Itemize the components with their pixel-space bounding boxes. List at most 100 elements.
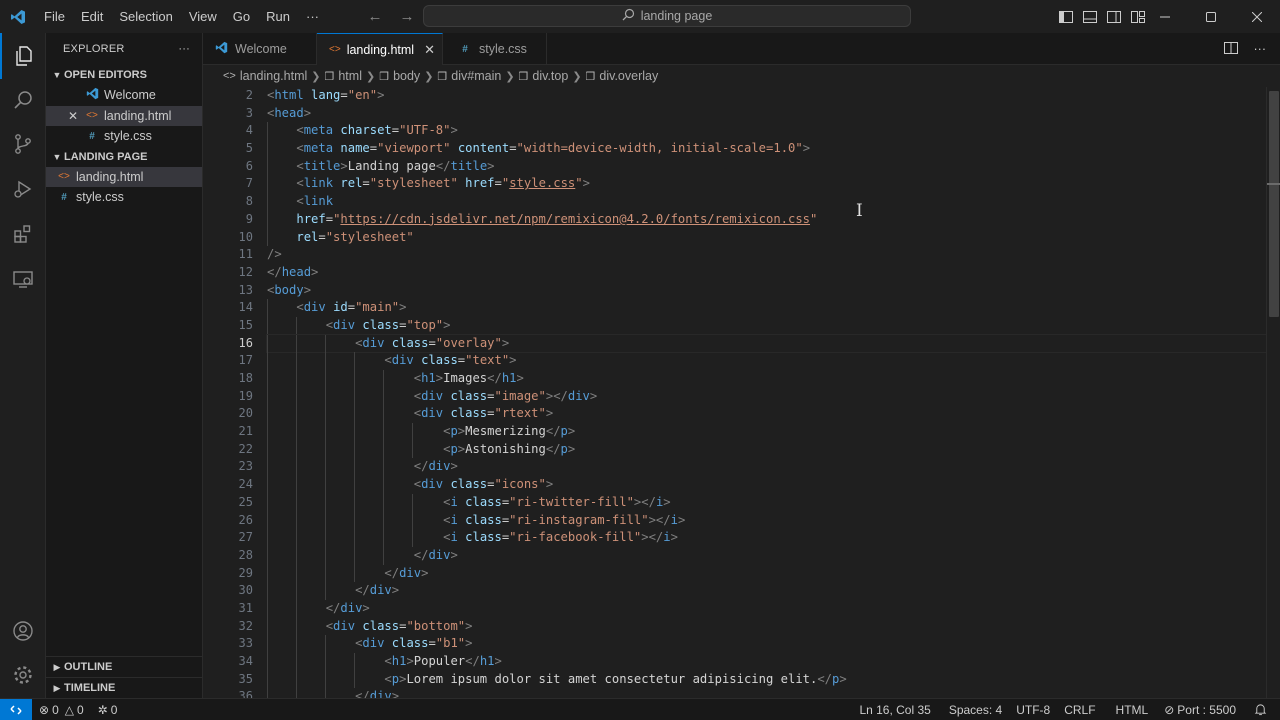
source-control-icon[interactable]: [0, 121, 46, 167]
folder-section[interactable]: ▼ LANDING PAGE: [46, 147, 202, 167]
menu-go[interactable]: Go: [225, 0, 258, 33]
menu-more[interactable]: ···: [298, 0, 327, 33]
close-editor-icon[interactable]: ✕: [68, 109, 78, 123]
explorer-icon[interactable]: [0, 33, 46, 79]
code-editor[interactable]: 2 3 4 5 6 7 8 9 10 11 12 13 14 15 16 17 18 19 20 21 22 23 24 25…: [203, 87, 1280, 698]
breadcrumb-label: html: [338, 69, 362, 83]
line-number: 33: [238, 636, 253, 651]
toggle-secondary-sidebar-icon[interactable]: [1106, 9, 1122, 25]
navigation-arrows: ← →: [364, 0, 418, 33]
line-number: 32: [238, 618, 253, 633]
command-center-search[interactable]: landing page: [423, 5, 911, 27]
scrollbar-thumb[interactable]: [1269, 91, 1279, 317]
code-line: <link rel="stylesheet" href="style.css">: [267, 175, 1266, 194]
line-number: 24: [238, 477, 253, 492]
line-number: 30: [238, 583, 253, 598]
toggle-primary-sidebar-icon[interactable]: [1058, 9, 1074, 25]
minimize-icon[interactable]: [1142, 0, 1188, 33]
close-tab-icon[interactable]: ✕: [424, 42, 435, 58]
code-line: />: [267, 247, 282, 262]
code-line: </div>: [267, 582, 1266, 600]
code-line: <div class="top">: [267, 316, 1266, 335]
breadcrumb-item[interactable]: ❒ div.top: [519, 69, 569, 83]
forward-arrow-icon[interactable]: →: [396, 8, 418, 25]
html-icon: <>: [329, 44, 341, 55]
line-number: 35: [238, 671, 253, 686]
open-editor-label: style.css: [104, 129, 152, 144]
breadcrumb-item[interactable]: ❒ div#main: [437, 69, 501, 83]
outline-title: OUTLINE: [64, 661, 113, 673]
maximize-icon[interactable]: [1188, 0, 1234, 33]
no-entry-icon: ⊘: [1164, 702, 1175, 717]
indentation[interactable]: Spaces: 4: [942, 703, 1009, 717]
tab-welcome[interactable]: Welcome: [203, 33, 317, 65]
search-icon[interactable]: [0, 77, 46, 123]
menu-file[interactable]: File: [36, 0, 73, 33]
element-icon: ❒: [379, 70, 390, 83]
menu-edit[interactable]: Edit: [73, 0, 111, 33]
line-number: 12: [238, 264, 253, 279]
code-line: <div class="icons">: [267, 476, 1266, 494]
open-editor-welcome[interactable]: Welcome: [46, 85, 202, 106]
manage-gear-icon[interactable]: [0, 652, 46, 698]
open-editor-landing-html[interactable]: ✕ <> landing.html: [46, 105, 202, 126]
explorer-more-actions-icon[interactable]: ···: [178, 43, 190, 55]
code-line: </div>: [267, 564, 1266, 583]
menu-bar: File Edit Selection View Go Run ···: [36, 0, 327, 33]
breadcrumb-label: body: [393, 69, 421, 83]
antenna-icon: ✲: [97, 702, 108, 717]
breadcrumb-item[interactable]: ❒ body: [379, 69, 420, 83]
breadcrumb-item[interactable]: ❒ html: [324, 69, 362, 83]
file-encoding[interactable]: UTF-8: [1009, 703, 1057, 717]
chevron-right-icon: ❯: [424, 70, 434, 83]
code-line: <div class="b1">: [267, 635, 1266, 653]
file-style-css[interactable]: # style.css: [46, 187, 202, 208]
chevron-right-icon: ❯: [365, 70, 376, 83]
breadcrumb: <> landing.html ❯ ❒ html ❯ ❒ body ❯ ❒ div#ma…: [203, 65, 1280, 87]
element-icon: ❒: [324, 70, 335, 83]
line-number: 29: [238, 565, 253, 580]
open-editors-section[interactable]: ▼ OPEN EDITORS: [46, 65, 202, 85]
tab-landing-html[interactable]: <> landing.html ✕: [317, 33, 443, 65]
chevron-right-icon: ▶: [53, 682, 61, 693]
vertical-scrollbar[interactable]: [1266, 87, 1280, 698]
file-landing-html[interactable]: <> landing.html: [46, 166, 202, 187]
remote-explorer-icon[interactable]: [0, 256, 46, 302]
notifications-bell-icon[interactable]: [1247, 703, 1274, 716]
line-number: 8: [245, 194, 253, 209]
code-line: <p>Mesmerizing</p>: [267, 423, 1266, 441]
menu-selection[interactable]: Selection: [111, 0, 180, 33]
code-line: <div class="bottom">: [267, 617, 1266, 636]
breadcrumb-item[interactable]: <> landing.html: [223, 69, 307, 83]
tab-style-css[interactable]: # style.css: [443, 33, 547, 65]
end-of-line[interactable]: CRLF: [1057, 703, 1102, 717]
outline-section[interactable]: ▶ OUTLINE: [46, 656, 203, 677]
timeline-section[interactable]: ▶ TIMELINE: [46, 677, 203, 698]
accounts-icon[interactable]: [0, 608, 46, 654]
open-editor-style-css[interactable]: # style.css: [46, 126, 202, 147]
back-arrow-icon[interactable]: ←: [364, 8, 386, 25]
ports-indicator[interactable]: ✲ 0: [91, 703, 125, 717]
explorer-sidebar: EXPLORER ··· ▼ OPEN EDITORS Welcome ✕ <>…: [46, 33, 203, 698]
line-number: 14: [238, 300, 253, 315]
line-number: 20: [238, 406, 253, 421]
split-editor-icon[interactable]: [1223, 41, 1238, 58]
line-number: 21: [238, 424, 253, 439]
extensions-icon[interactable]: [0, 211, 46, 257]
more-actions-icon[interactable]: ···: [1254, 42, 1267, 56]
menu-view[interactable]: View: [181, 0, 225, 33]
language-mode[interactable]: HTML: [1109, 703, 1156, 717]
live-server-port[interactable]: ⊘ Port : 5500: [1157, 703, 1243, 717]
menu-run[interactable]: Run: [258, 0, 298, 33]
code-line: <i class="ri-facebook-fill"></i>: [267, 529, 1266, 547]
toggle-panel-icon[interactable]: [1082, 9, 1098, 25]
close-window-icon[interactable]: [1234, 0, 1280, 33]
code-lines[interactable]: <html lang="en"> <head> <meta charset="U…: [266, 87, 1267, 698]
line-number: 27: [238, 530, 253, 545]
problems-indicator[interactable]: ⊗ 0 △ 0: [32, 703, 91, 717]
breadcrumb-item[interactable]: ❒ div.overlay: [586, 69, 659, 83]
remote-indicator-icon[interactable]: [0, 698, 32, 720]
run-debug-icon[interactable]: [0, 166, 46, 212]
code-line: <meta charset="UTF-8">: [267, 122, 1266, 141]
cursor-position[interactable]: Ln 16, Col 35: [852, 703, 937, 717]
